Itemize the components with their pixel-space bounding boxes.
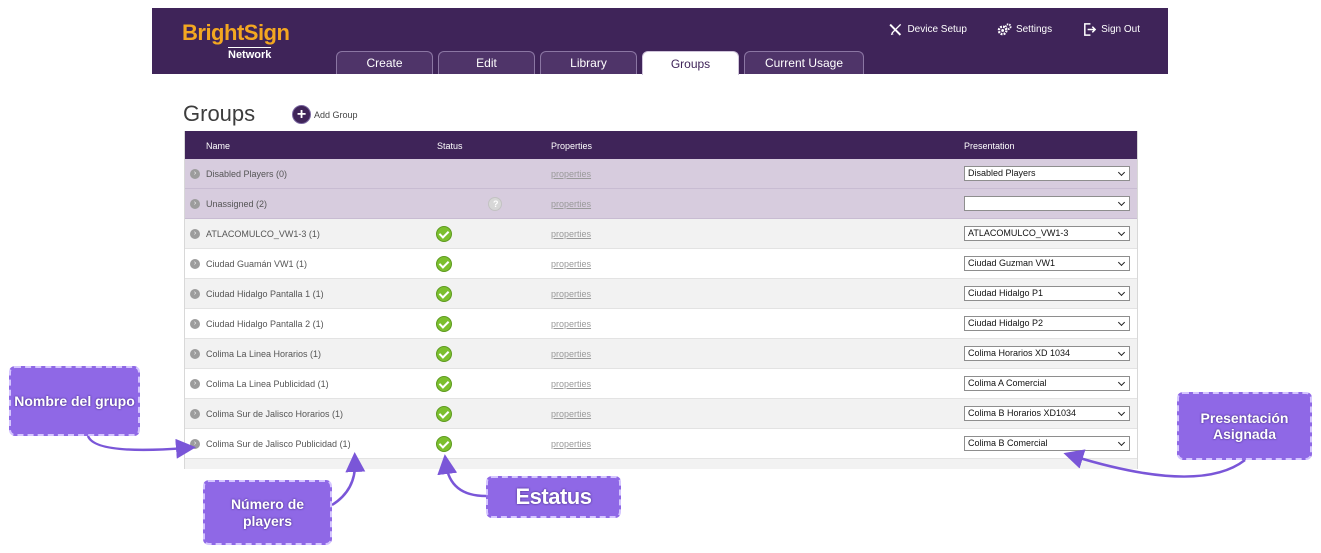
properties-link[interactable]: properties [551,229,591,239]
tab-library[interactable]: Library [540,51,637,74]
tools-icon [889,23,902,36]
status-ok-icon [436,346,452,362]
tab-create[interactable]: Create [336,51,433,74]
header-properties: Properties [551,141,593,151]
page-title: Groups [183,101,256,126]
callout-status: Estatus [486,476,621,518]
header-name: Name [206,141,231,151]
table-body: › Disabled Players (0) properties Disabled … [185,159,1137,459]
group-name: Ciudad Guamán VW1 (1) [206,259,308,269]
callout-presentation: Presentación Asignada [1177,392,1312,460]
expand-arrow-icon[interactable]: › [190,319,200,329]
device-setup-label: Device Setup [907,24,967,35]
group-name: Disabled Players (0) [206,169,288,179]
status-ok-icon [436,226,452,242]
table-row: › Colima La Linea Horarios (1) properties C… [185,339,1137,369]
device-setup-link[interactable]: Device Setup [888,22,967,37]
logo-sub: Network [228,47,272,61]
expand-arrow-icon[interactable]: › [190,229,200,239]
table-row: › Colima La Linea Publicidad (1) propertie… [185,369,1137,399]
status-ok-icon [436,436,452,452]
group-name: Unassigned (2) [206,199,268,209]
properties-link[interactable]: properties [551,199,591,209]
groups-table: Name Status Properties Presentation › Dis… [184,131,1138,469]
properties-link[interactable]: properties [551,259,591,269]
status-unknown-icon [488,197,502,211]
presentation-select[interactable] [964,196,1130,211]
properties-link[interactable]: properties [551,349,591,359]
table-row: › Ciudad Guamán VW1 (1) properties Ciudad G… [185,249,1137,279]
add-group-button[interactable]: + Add Group [292,105,358,124]
expand-arrow-icon[interactable]: › [190,349,200,359]
callout-group-name: Nombre del grupo [9,366,140,436]
presentation-select[interactable]: Colima Horarios XD 1034 [964,346,1130,361]
brightsign-logo: BrightSign Network [182,20,290,61]
header-presentation: Presentation [964,141,1015,151]
table-row: › Ciudad Hidalgo Pantalla 1 (1) properties… [185,279,1137,309]
add-group-label: Add Group [314,109,358,120]
properties-link[interactable]: properties [551,169,591,179]
table-header: Name Status Properties Presentation [185,131,1137,159]
presentation-select[interactable]: Colima B Comercial [964,436,1130,451]
status-ok-icon [436,406,452,422]
annotated-screenshot: BrightSign Network Device Setup Settings… [0,0,1321,553]
group-name: Colima Sur de Jalisco Horarios (1) [206,409,344,419]
expand-arrow-icon[interactable]: › [190,409,200,419]
presentation-select[interactable]: Ciudad Guzman VW1 [964,256,1130,271]
status-ok-icon [436,256,452,272]
expand-arrow-icon[interactable]: › [190,199,200,209]
expand-arrow-icon[interactable]: › [190,379,200,389]
properties-link[interactable]: properties [551,289,591,299]
sign-out-link[interactable]: Sign Out [1082,22,1140,37]
settings-label: Settings [1015,24,1053,35]
properties-link[interactable]: properties [551,379,591,389]
table-row: › Colima Sur de Jalisco Publicidad (1) pro… [185,429,1137,459]
main-tabs: Create Edit Library Groups Current Usage [336,51,864,75]
expand-arrow-icon[interactable]: › [190,259,200,269]
settings-link[interactable]: Settings [997,22,1052,37]
expand-arrow-icon[interactable]: › [190,169,200,179]
group-name: ATLACOMULCO_VW1-3 (1) [206,229,320,239]
expand-arrow-icon[interactable]: › [190,289,200,299]
top-bar: BrightSign Network Device Setup Settings… [152,8,1168,75]
table-row: › Unassigned (2) properties [185,189,1137,219]
presentation-select[interactable]: Colima A Comercial [964,376,1130,391]
presentation-select[interactable]: ATLACOMULCO_VW1-3 [964,226,1130,241]
tab-current-usage[interactable]: Current Usage [744,51,864,74]
group-name: Colima Sur de Jalisco Publicidad (1) [206,439,351,449]
properties-link[interactable]: properties [551,439,591,449]
expand-arrow-icon[interactable]: › [190,439,200,449]
group-name: Colima La Linea Publicidad (1) [206,379,329,389]
properties-link[interactable]: properties [551,319,591,329]
group-name: Ciudad Hidalgo Pantalla 1 (1) [206,289,324,299]
sign-out-label: Sign Out [1101,24,1140,35]
presentation-select[interactable]: Colima B Horarios XD1034 [964,406,1130,421]
status-ok-icon [436,376,452,392]
status-ok-icon [436,316,452,332]
tab-groups[interactable]: Groups [642,51,739,75]
table-row: › ATLACOMULCO_VW1-3 (1) properties ATLACOMU… [185,219,1137,249]
table-row-partial [185,459,1137,469]
gears-icon [997,23,1012,36]
logo-brand: BrightSign [182,20,290,45]
status-ok-icon [436,286,452,302]
add-icon: + [292,105,311,124]
table-row: › Ciudad Hidalgo Pantalla 2 (1) properties… [185,309,1137,339]
sign-out-icon [1084,23,1097,36]
callout-players-count: Número de players [203,480,332,545]
table-row: › Disabled Players (0) properties Disabled … [185,159,1137,189]
properties-link[interactable]: properties [551,409,591,419]
presentation-select[interactable]: Ciudad Hidalgo P2 [964,316,1130,331]
table-row: › Colima Sur de Jalisco Horarios (1) prope… [185,399,1137,429]
group-name: Ciudad Hidalgo Pantalla 2 (1) [206,319,324,329]
brightsign-network-window: BrightSign Network Device Setup Settings… [152,8,1168,472]
tab-edit[interactable]: Edit [438,51,535,74]
header-status: Status [437,141,463,151]
presentation-select[interactable]: Ciudad Hidalgo P1 [964,286,1130,301]
presentation-select[interactable]: Disabled Players [964,166,1130,181]
top-nav: Device Setup Settings Sign Out [888,22,1140,37]
group-name: Colima La Linea Horarios (1) [206,349,322,359]
